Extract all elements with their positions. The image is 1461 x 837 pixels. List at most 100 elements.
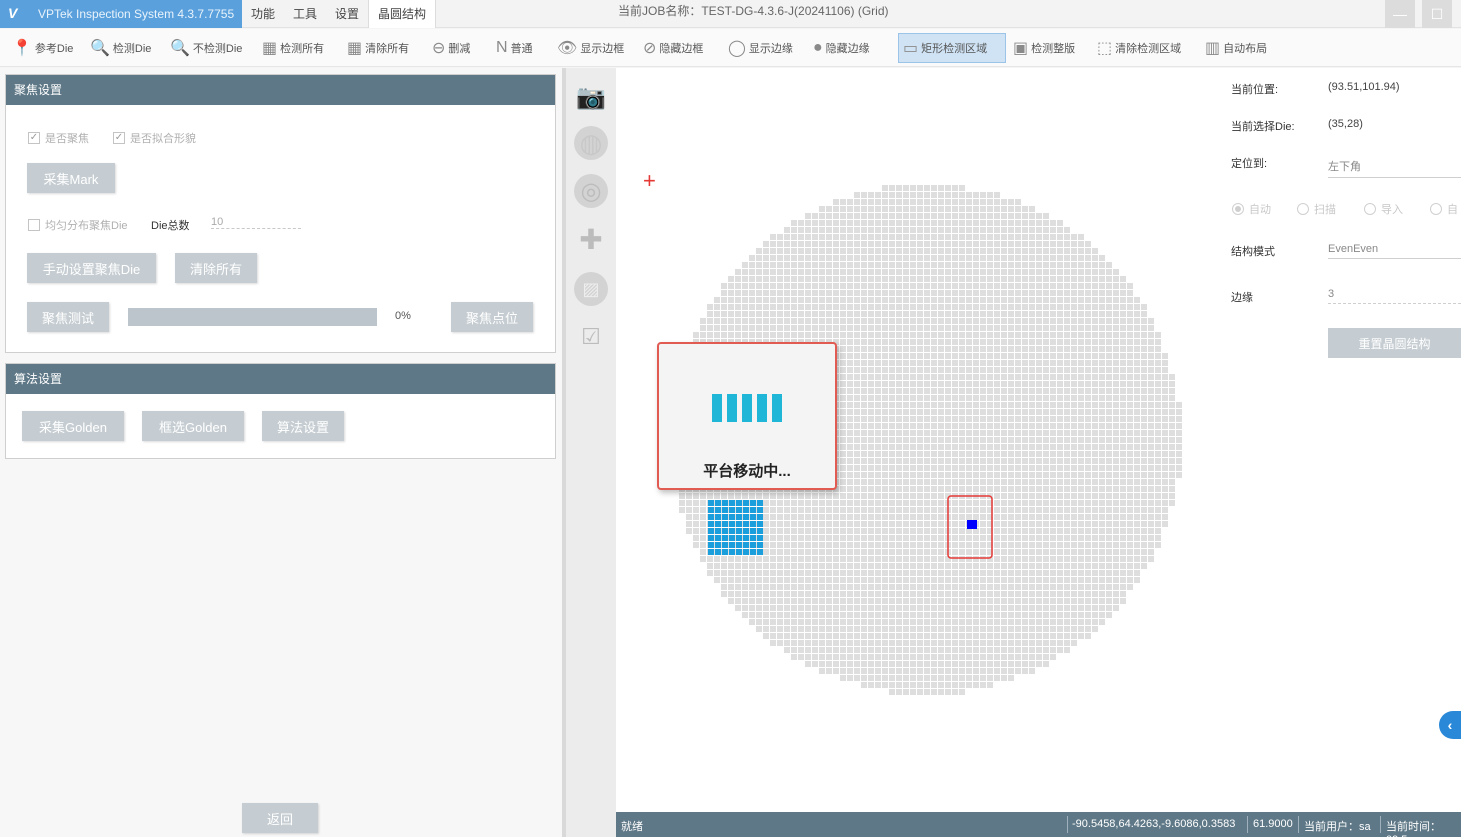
die-cell[interactable] [735,493,741,499]
die-cell[interactable] [791,325,797,331]
die-cell[interactable] [1029,633,1035,639]
die-cell[interactable] [1008,276,1014,282]
die-cell[interactable] [861,325,867,331]
die-cell[interactable] [938,612,944,618]
die-cell[interactable] [966,248,972,254]
die-cell[interactable] [1071,465,1077,471]
die-cell[interactable] [1113,465,1119,471]
die-cell[interactable] [875,339,881,345]
die-cell[interactable] [868,661,874,667]
die-cell[interactable] [1071,444,1077,450]
die-cell[interactable] [1001,633,1007,639]
die-cell[interactable] [1071,437,1077,443]
die-cell[interactable] [1064,325,1070,331]
die-cell[interactable] [1071,451,1077,457]
die-cell[interactable] [917,325,923,331]
die-cell[interactable] [784,556,790,562]
die-cell[interactable] [854,339,860,345]
die-cell[interactable] [833,584,839,590]
die-cell[interactable] [1043,458,1049,464]
die-cell[interactable] [1001,332,1007,338]
die-cell[interactable] [1148,339,1154,345]
die-cell[interactable] [945,367,951,373]
die-cell[interactable] [903,325,909,331]
die-cell[interactable] [875,493,881,499]
die-cell[interactable] [1106,388,1112,394]
die-cell[interactable] [798,311,804,317]
die-cell[interactable] [1029,605,1035,611]
die-cell[interactable] [1148,402,1154,408]
die-cell[interactable] [805,528,811,534]
die-cell[interactable] [1085,311,1091,317]
die-cell[interactable] [987,374,993,380]
die-cell[interactable] [1050,374,1056,380]
die-cell[interactable] [728,290,734,296]
die-cell[interactable] [728,276,734,282]
die-cell[interactable] [1134,444,1140,450]
toolbar-auto-layout[interactable]: ▥ 自动布局 [1201,33,1271,63]
die-cell[interactable] [1134,535,1140,541]
die-cell[interactable] [924,458,930,464]
die-cell[interactable] [1036,381,1042,387]
die-cell[interactable] [1127,556,1133,562]
die-cell[interactable] [1043,339,1049,345]
die-cell[interactable] [917,514,923,520]
die-cell[interactable] [1071,339,1077,345]
die-cell-selected[interactable] [708,521,714,527]
die-cell[interactable] [826,640,832,646]
die-cell[interactable] [756,584,762,590]
die-cell[interactable] [840,486,846,492]
die-cell[interactable] [924,262,930,268]
die-cell[interactable] [819,325,825,331]
die-cell[interactable] [847,276,853,282]
die-cell[interactable] [1148,521,1154,527]
die-cell[interactable] [1099,332,1105,338]
die-cell[interactable] [1008,570,1014,576]
die-cell[interactable] [777,535,783,541]
die-cell[interactable] [1050,556,1056,562]
die-cell[interactable] [1148,528,1154,534]
focus-point-button[interactable]: 聚焦点位 [451,302,533,332]
die-cell[interactable] [924,605,930,611]
die-cell[interactable] [721,556,727,562]
die-cell[interactable] [938,381,944,387]
die-cell[interactable] [882,584,888,590]
die-cell-selected[interactable] [750,549,756,555]
die-cell[interactable] [1127,423,1133,429]
die-cell[interactable] [1064,423,1070,429]
die-cell[interactable] [931,584,937,590]
die-cell[interactable] [861,563,867,569]
die-cell[interactable] [868,367,874,373]
die-cell[interactable] [980,682,986,688]
die-cell[interactable] [721,290,727,296]
die-cell[interactable] [1022,227,1028,233]
die-cell[interactable] [994,332,1000,338]
die-cell[interactable] [763,297,769,303]
die-cell[interactable] [1155,514,1161,520]
die-cell[interactable] [917,493,923,499]
die-cell[interactable] [945,612,951,618]
die-cell[interactable] [798,241,804,247]
die-cell[interactable] [798,556,804,562]
die-cell[interactable] [924,514,930,520]
die-cell[interactable] [882,535,888,541]
die-cell[interactable] [938,507,944,513]
die-cell[interactable] [903,213,909,219]
die-cell[interactable] [791,297,797,303]
die-cell[interactable] [1036,570,1042,576]
die-cell[interactable] [1162,493,1168,499]
die-cell[interactable] [987,591,993,597]
die-cell[interactable] [1099,283,1105,289]
die-cell[interactable] [924,402,930,408]
die-cell[interactable] [910,416,916,422]
die-cell[interactable] [1155,437,1161,443]
die-cell[interactable] [812,598,818,604]
die-cell[interactable] [966,402,972,408]
die-cell[interactable] [700,325,706,331]
die-cell-selected[interactable] [736,549,742,555]
die-cell[interactable] [791,577,797,583]
die-cell[interactable] [798,612,804,618]
die-cell[interactable] [714,577,720,583]
die-cell[interactable] [1036,444,1042,450]
die-cell[interactable] [1001,423,1007,429]
